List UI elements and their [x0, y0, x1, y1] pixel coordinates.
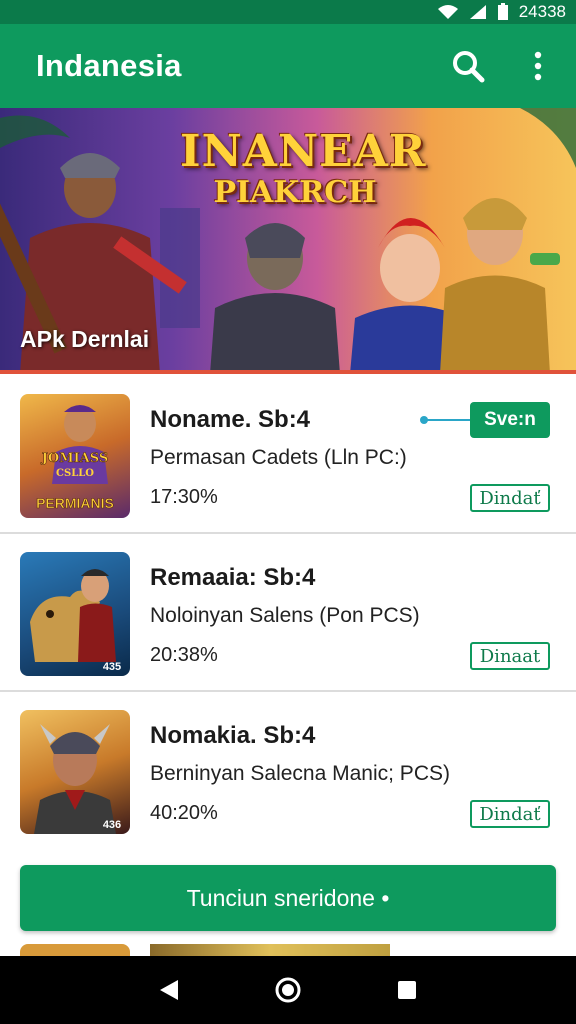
banner-title: INANEAR PIAKRCH — [180, 126, 427, 210]
download-button[interactable]: Dindať — [470, 800, 550, 828]
app-name: Remaaia: Sb:4 — [150, 564, 316, 591]
app-percentage: 20:38% — [150, 644, 218, 666]
wifi-icon — [437, 4, 459, 20]
list-item[interactable]: 436 Nomakia. Sb:4 Berninyan Salecna Mani… — [0, 692, 576, 850]
app-list: JOMIASS CSLLO PERMIANIS Noname. Sb:4 Per… — [0, 376, 576, 850]
battery-icon — [497, 3, 509, 21]
app-description: Berninyan Salecna Manic; PCS) — [150, 762, 450, 785]
app-thumbnail: JOMIASS CSLLO PERMIANIS — [20, 394, 130, 518]
status-time: 24338 — [518, 2, 566, 21]
list-item[interactable]: JOMIASS CSLLO PERMIANIS Noname. Sb:4 Per… — [0, 376, 576, 534]
app-thumbnail: 436 — [20, 710, 130, 834]
connector-line — [420, 416, 470, 424]
download-button[interactable]: Dinaat — [470, 642, 550, 670]
status-bar: 24338 — [0, 0, 576, 24]
save-button[interactable]: Sve:n — [470, 402, 550, 438]
signal-icon — [469, 4, 487, 20]
app-title: Indanesia — [36, 48, 182, 83]
main-action-button[interactable]: Tunciun sneridone • — [20, 865, 556, 931]
thumb-text-2: CSLLO — [56, 468, 94, 479]
banner-title-line1: INANEAR — [180, 126, 427, 177]
app-description: Noloinyan Salens (Pon PCS) — [150, 604, 420, 627]
list-item[interactable]: 435 Remaaia: Sb:4 Noloinyan Salens (Pon … — [0, 534, 576, 692]
thumb-badge: 435 — [103, 661, 121, 673]
app-bar: Indanesia — [0, 24, 576, 108]
more-vert-icon[interactable] — [518, 46, 558, 86]
recents-icon[interactable] — [387, 970, 427, 1010]
thumb-text-3: PERMIANIS — [36, 495, 114, 511]
app-thumbnail: 435 — [20, 552, 130, 676]
preview-image — [150, 944, 390, 956]
navigation-bar — [0, 956, 576, 1024]
app-name: Noname. Sb:4 — [150, 406, 311, 433]
thumb-badge: 436 — [103, 819, 121, 831]
banner-title-line2: PIAKRCH — [213, 175, 377, 210]
download-button[interactable]: Dindať — [470, 484, 550, 512]
thumb-text-1: JOMIASS — [41, 451, 109, 466]
search-icon[interactable] — [448, 46, 488, 86]
home-icon[interactable] — [268, 970, 308, 1010]
next-list-item-preview — [0, 940, 576, 956]
app-name: Nomakia. Sb:4 — [150, 722, 316, 749]
app-percentage: 40:20% — [150, 802, 218, 824]
back-icon[interactable] — [149, 970, 189, 1010]
app-description: Permasan Cadets (Lln PC:) — [150, 446, 407, 469]
app-percentage: 17:30% — [150, 486, 218, 508]
banner-caption: APk Dernlai — [20, 326, 150, 352]
app-thumbnail — [20, 944, 130, 956]
